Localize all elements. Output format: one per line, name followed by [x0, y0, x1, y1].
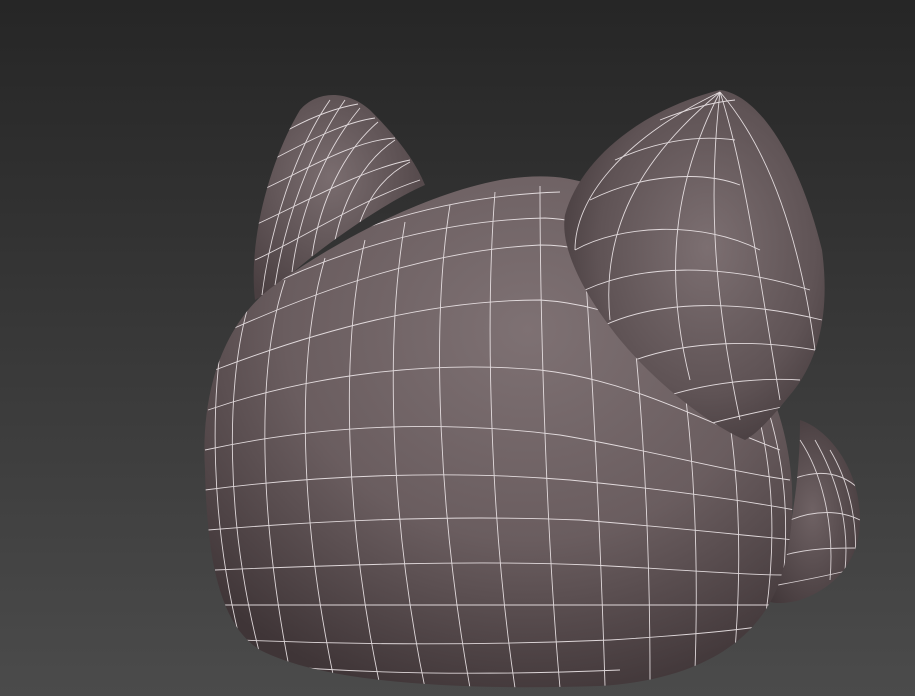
3d-viewport[interactable] — [0, 0, 915, 696]
viewport-canvas[interactable] — [0, 0, 915, 696]
